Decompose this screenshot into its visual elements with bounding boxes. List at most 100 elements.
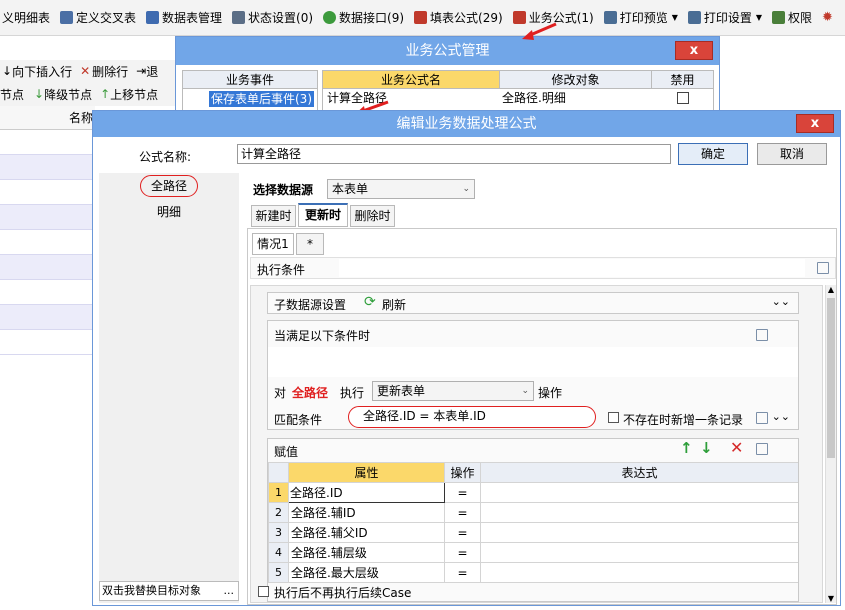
bug-icon[interactable]: ✹	[822, 10, 833, 25]
refresh-button[interactable]: 刷新	[382, 296, 406, 313]
delete-row-button[interactable]: 删除行	[92, 63, 128, 80]
tab-update[interactable]: 更新时	[298, 203, 348, 227]
expression-column-header[interactable]: 表达式	[480, 462, 798, 483]
condition-input[interactable]	[268, 347, 798, 377]
list-item[interactable]: 全路径	[99, 173, 239, 199]
node-button[interactable]: 节点	[0, 86, 24, 103]
disable-column-header[interactable]: 禁用	[652, 71, 713, 88]
operation-cell[interactable]: =	[444, 482, 481, 503]
chevron-down-icon: ⌄	[462, 184, 470, 194]
scroll-thumb[interactable]	[827, 298, 835, 458]
table-row	[0, 180, 95, 205]
delete-icon[interactable]: ✕	[730, 439, 743, 457]
table-row	[0, 305, 95, 330]
property-cell[interactable]: 全路径.辅ID	[288, 502, 445, 523]
database-icon	[146, 11, 160, 24]
match-expression-input[interactable]: 全路径.ID = 本表单.ID	[348, 406, 596, 428]
not-exist-checkbox[interactable]	[608, 412, 619, 423]
demote-node-button[interactable]: 降级节点	[44, 86, 92, 103]
dialog-title: 编辑业务数据处理公式	[93, 111, 840, 137]
operation-column-header[interactable]: 操作	[444, 462, 481, 483]
toolbar-status[interactable]: 状态设置(0)	[232, 9, 313, 26]
formula-name-column-header[interactable]: 业务公式名	[323, 71, 500, 88]
property-cell[interactable]: 全路径.辅父ID	[288, 522, 445, 543]
tab-case1[interactable]: 情况1	[252, 233, 294, 255]
assign-heading: 赋值	[274, 445, 299, 459]
table-row[interactable]: 3 全路径.辅父ID =	[268, 522, 798, 543]
tab-delete[interactable]: 删除时	[350, 205, 395, 227]
toolbar-fill-formula[interactable]: 填表公式(29)	[414, 9, 503, 26]
dialog-title: 业务公式管理	[176, 37, 719, 65]
table-row	[0, 230, 95, 255]
expression-cell[interactable]	[480, 482, 798, 503]
table-row[interactable]: 1 全路径.ID =	[268, 482, 798, 503]
expression-cell[interactable]	[480, 522, 798, 543]
delete-icon: ✕	[80, 64, 91, 78]
action-select[interactable]: 更新表单 ⌄	[372, 381, 534, 401]
move-up-button[interactable]: 上移节点	[110, 86, 158, 103]
property-column-header[interactable]: 属性	[288, 462, 445, 483]
exec-condition-label: 执行条件	[257, 263, 306, 277]
expression-cell[interactable]	[480, 542, 798, 563]
exit-icon: ⇥	[136, 64, 147, 78]
event-item[interactable]: 保存表单后事件(3)	[209, 91, 314, 107]
toolbar-define-detail[interactable]: 义明细表	[2, 9, 50, 26]
property-cell[interactable]: 全路径.最大层级	[288, 562, 445, 583]
condition-heading: 当满足以下条件时	[274, 329, 371, 343]
edit-icon[interactable]	[756, 443, 768, 455]
scroll-up-icon[interactable]: ▲	[826, 285, 836, 294]
scroll-down-icon[interactable]: ▼	[826, 594, 836, 603]
operation-cell[interactable]: =	[444, 542, 481, 563]
table-row[interactable]: 4 全路径.辅层级 =	[268, 542, 798, 563]
vertical-scrollbar[interactable]: ▲ ▼	[825, 285, 836, 603]
toolbar-print-settings[interactable]: 打印设置 ▼	[687, 9, 762, 26]
sub-datasource-bar: 子数据源设置 ⟳ 刷新 ⌄⌄	[267, 292, 799, 314]
formula-name-input[interactable]: 计算全路径	[237, 144, 671, 164]
expression-cell[interactable]	[480, 502, 798, 523]
sub-datasource-button[interactable]: 子数据源设置	[274, 296, 346, 313]
tab-add-case[interactable]: *	[296, 233, 324, 255]
collapse-icon[interactable]: ⌄⌄	[772, 295, 790, 308]
operation-cell[interactable]: =	[444, 522, 481, 543]
table-row	[0, 130, 95, 155]
scroll-content: 子数据源设置 ⟳ 刷新 ⌄⌄ 当满足以下条件时 对 全路径 执行 更新表单 ⌄ 操…	[250, 285, 823, 603]
status-icon	[232, 11, 246, 24]
collapse-icon[interactable]: ⌄⌄	[772, 410, 790, 423]
back-button[interactable]: 退	[146, 63, 158, 80]
cancel-button[interactable]: 取消	[757, 143, 827, 165]
update-tab-panel: 情况1 * 执行条件 子数据源设置 ⟳ 刷新 ⌄⌄ 当满足以下条件时 对 全路径…	[247, 228, 837, 605]
edit-icon[interactable]	[756, 412, 768, 424]
more-button[interactable]: ...	[224, 582, 239, 600]
target-cell: 全路径.明细	[502, 91, 566, 105]
close-button[interactable]: x	[796, 114, 834, 133]
move-up-icon[interactable]: ↑	[680, 439, 693, 457]
toolbar-print-preview[interactable]: 打印预览 ▼	[603, 9, 678, 26]
table-row	[0, 205, 95, 230]
toolbar-define-cross[interactable]: 定义交叉表	[60, 9, 136, 26]
printer-icon	[603, 11, 617, 24]
list-item[interactable]: 明细	[99, 199, 239, 225]
move-down-icon[interactable]: ↓	[700, 439, 713, 457]
edit-icon[interactable]	[756, 329, 768, 341]
insert-row-button[interactable]: 向下插入行	[12, 63, 72, 80]
toolbar-permission[interactable]: 权限	[772, 9, 812, 26]
target-column-header[interactable]: 修改对象	[500, 71, 652, 88]
operation-cell[interactable]: =	[444, 502, 481, 523]
operation-cell[interactable]: =	[444, 562, 481, 583]
property-cell[interactable]: 全路径.辅层级	[288, 542, 445, 563]
datasource-select[interactable]: 本表单 ⌄	[327, 179, 475, 199]
replace-target-field[interactable]: 双击我替换目标对象...	[99, 581, 239, 601]
after-exec-checkbox[interactable]	[258, 586, 269, 597]
disable-checkbox[interactable]	[676, 92, 689, 104]
toolbar-data-interface[interactable]: 数据接口(9)	[323, 9, 404, 26]
tab-new[interactable]: 新建时	[251, 205, 296, 227]
ok-button[interactable]: 确定	[678, 143, 748, 165]
close-button[interactable]: x	[675, 41, 713, 60]
exec-condition-input[interactable]	[339, 259, 805, 277]
table-row[interactable]: 5 全路径.最大层级 =	[268, 562, 798, 583]
edit-icon[interactable]	[817, 262, 829, 274]
expression-cell[interactable]	[480, 562, 798, 583]
property-cell[interactable]: 全路径.ID	[288, 482, 445, 503]
toolbar-table-manage[interactable]: 数据表管理	[146, 9, 222, 26]
table-row[interactable]: 2 全路径.辅ID =	[268, 502, 798, 523]
